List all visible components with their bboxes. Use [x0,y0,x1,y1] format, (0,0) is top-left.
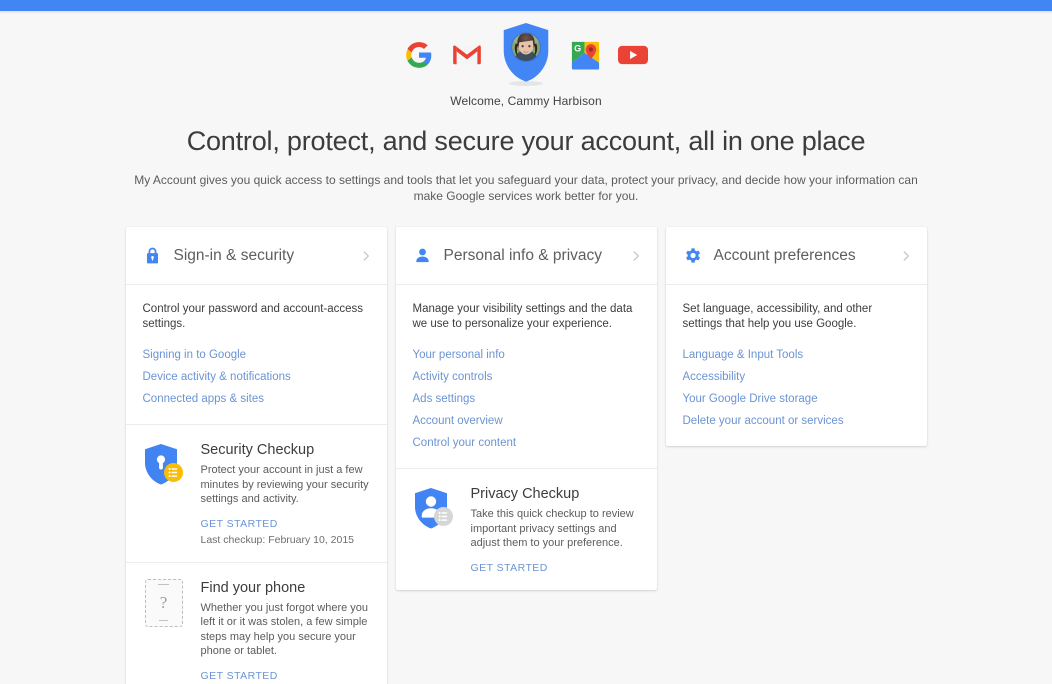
shield-drop-shadow [509,81,543,86]
card-personal-info-and-privacy: Personal info & privacy Manage your visi… [395,227,657,590]
security-checkup-title: Security Checkup [200,442,315,458]
privacy-checkup-block: Privacy Checkup Take this quick checkup … [395,468,657,590]
privacy-checkup-get-started-button[interactable]: GET STARTED [471,562,548,574]
link-list-account-preferences: Language & Input Tools Accessibility You… [683,346,910,430]
link-accessibility[interactable]: Accessibility [683,368,746,386]
gmail-icon[interactable] [452,40,482,70]
card-sign-in-and-security: Sign-in & security Control your password… [125,227,387,684]
card-account-preferences: Account preferences Set language, access… [665,227,927,446]
google-maps-icon[interactable]: G [570,40,600,70]
privacy-checkup-text: Privacy Checkup Take this quick checkup … [471,485,641,574]
card-body-personal-info-and-privacy: Manage your visibility settings and the … [396,285,657,468]
svg-text:G: G [574,43,581,53]
security-checkup-text: Security Checkup Protect your account in… [201,441,371,546]
card-title: Account preferences [713,246,856,264]
find-your-phone-get-started-button[interactable]: GET STARTED [201,670,278,682]
find-your-phone-block: ? Find your phone Whether you just forgo… [125,561,387,684]
question-mark-glyph: ? [159,592,168,612]
card-columns: Sign-in & security Control your password… [0,227,1052,684]
google-product-icon-row: G [0,22,1052,88]
card-title: Sign-in & security [173,246,295,264]
link-activity-controls[interactable]: Activity controls [413,368,493,386]
link-control-your-content[interactable]: Control your content [413,434,517,452]
link-device-activity-notifications[interactable]: Device activity & notifications [143,368,291,386]
phone-home-line [159,619,168,621]
security-checkup-block: Security Checkup Protect your account in… [125,424,387,562]
privacy-checkup-title: Privacy Checkup [470,486,580,502]
link-list-personal-info-and-privacy: Your personal info Activity controls Ads… [413,346,640,452]
chevron-right-icon[interactable] [899,249,913,263]
shield-person-checklist-icon [411,485,459,533]
phone-question-icon: ? [141,578,189,627]
find-your-phone-title: Find your phone [200,579,306,596]
card-header-personal-info-and-privacy[interactable]: Personal info & privacy [395,227,657,285]
page-subtitle: My Account gives you quick access to set… [134,173,918,203]
card-header-sign-in-and-security[interactable]: Sign-in & security [125,227,387,285]
column-sign-in-and-security: Sign-in & security Control your password… [125,227,387,684]
gear-icon [682,245,703,266]
link-connected-apps-sites[interactable]: Connected apps & sites [143,390,264,408]
find-your-phone-text: Find your phone Whether you just forgot … [201,579,371,682]
profile-shield-avatar[interactable] [500,22,552,88]
link-ads-settings[interactable]: Ads settings [413,390,476,408]
chevron-right-icon[interactable] [359,249,373,263]
card-header-account-preferences[interactable]: Account preferences [665,227,927,285]
google-search-icon[interactable] [404,40,434,70]
hero-section: G Welcome, Cammy Harbison Control, prote… [0,14,1052,204]
link-your-google-drive-storage[interactable]: Your Google Drive storage [683,390,818,408]
link-signing-in-to-google[interactable]: Signing in to Google [143,346,247,364]
link-delete-your-account-or-services[interactable]: Delete your account or services [683,412,844,430]
column-account-preferences: Account preferences Set language, access… [665,227,927,446]
card-description: Control your password and account-access… [142,303,364,330]
card-description: Manage your visibility settings and the … [412,303,633,330]
find-your-phone-description: Whether you just forgot where you left i… [200,601,369,658]
link-language-input-tools[interactable]: Language & Input Tools [683,346,804,364]
privacy-checkup-description: Take this quick checkup to review import… [470,508,634,549]
shield-lock-checklist-icon [141,441,189,489]
youtube-icon[interactable] [618,40,648,70]
top-accent-bar [0,0,1052,11]
phone-speaker-line [158,583,169,585]
link-your-personal-info[interactable]: Your personal info [413,346,505,364]
chevron-right-icon[interactable] [629,249,643,263]
column-personal-info-and-privacy: Personal info & privacy Manage your visi… [395,227,657,590]
link-account-overview[interactable]: Account overview [413,412,503,430]
person-icon [412,245,433,266]
page-title: Control, protect, and secure your accoun… [186,126,866,156]
card-body-account-preferences: Set language, accessibility, and other s… [666,285,927,446]
welcome-message: Welcome, Cammy Harbison [450,94,602,108]
link-list-sign-in-and-security: Signing in to Google Device activity & n… [143,346,370,408]
lock-icon [142,245,163,266]
security-checkup-description: Protect your account in just a few minut… [200,464,369,505]
security-checkup-last-checkup: Last checkup: February 10, 2015 [200,533,355,546]
card-body-sign-in-and-security: Control your password and account-access… [126,285,387,424]
security-checkup-get-started-button[interactable]: GET STARTED [201,518,278,530]
card-description: Set language, accessibility, and other s… [682,303,873,330]
card-title: Personal info & privacy [443,246,603,264]
